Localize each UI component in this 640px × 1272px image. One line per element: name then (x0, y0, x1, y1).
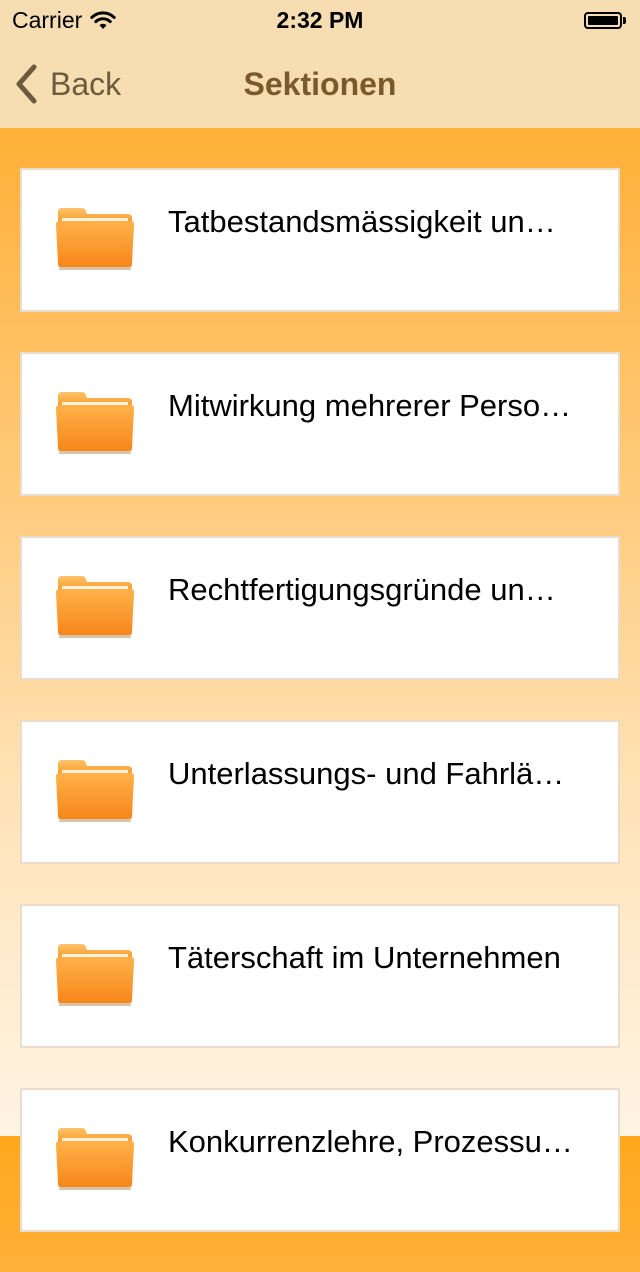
list-item[interactable]: Unterlassungs- und Fahrlä… (20, 720, 620, 864)
page-title: Sektionen (243, 66, 397, 102)
status-time: 2:32 PM (276, 7, 364, 33)
battery-body (584, 11, 622, 29)
folder-icon (56, 944, 134, 1006)
navigation-bar: Back Sektionen (0, 40, 640, 128)
battery-icon (584, 11, 628, 29)
list-item[interactable]: Täterschaft im Unternehmen (20, 904, 620, 1048)
list-item-label: Mitwirkung mehrerer Perso… (168, 388, 572, 423)
list-item-label: Rechtfertigungsgründe un… (168, 572, 556, 607)
folder-icon (56, 208, 134, 270)
status-bar: Carrier 2:32 PM (0, 0, 640, 40)
battery-fill (588, 15, 618, 25)
list-item[interactable]: Rechtfertigungsgründe un… (20, 536, 620, 680)
list-item-label: Tatbestandsmässigkeit un… (168, 204, 556, 239)
list-item[interactable]: Tatbestandsmässigkeit un… (20, 168, 620, 312)
section-list: Tatbestandsmässigkeit un… Mitwirkung meh… (20, 168, 620, 1272)
list-item-label: Täterschaft im Unternehmen (168, 940, 561, 975)
list-item-label: Konkurrenzlehre, Prozessu… (168, 1124, 573, 1159)
list-item[interactable]: Konkurrenzlehre, Prozessu… (20, 1088, 620, 1232)
folder-icon (56, 760, 134, 822)
battery-tip (623, 16, 626, 24)
list-item[interactable]: Mitwirkung mehrerer Perso… (20, 352, 620, 496)
list-item-label: Unterlassungs- und Fahrlä… (168, 756, 565, 791)
folder-icon (56, 576, 134, 638)
folder-icon (56, 392, 134, 454)
